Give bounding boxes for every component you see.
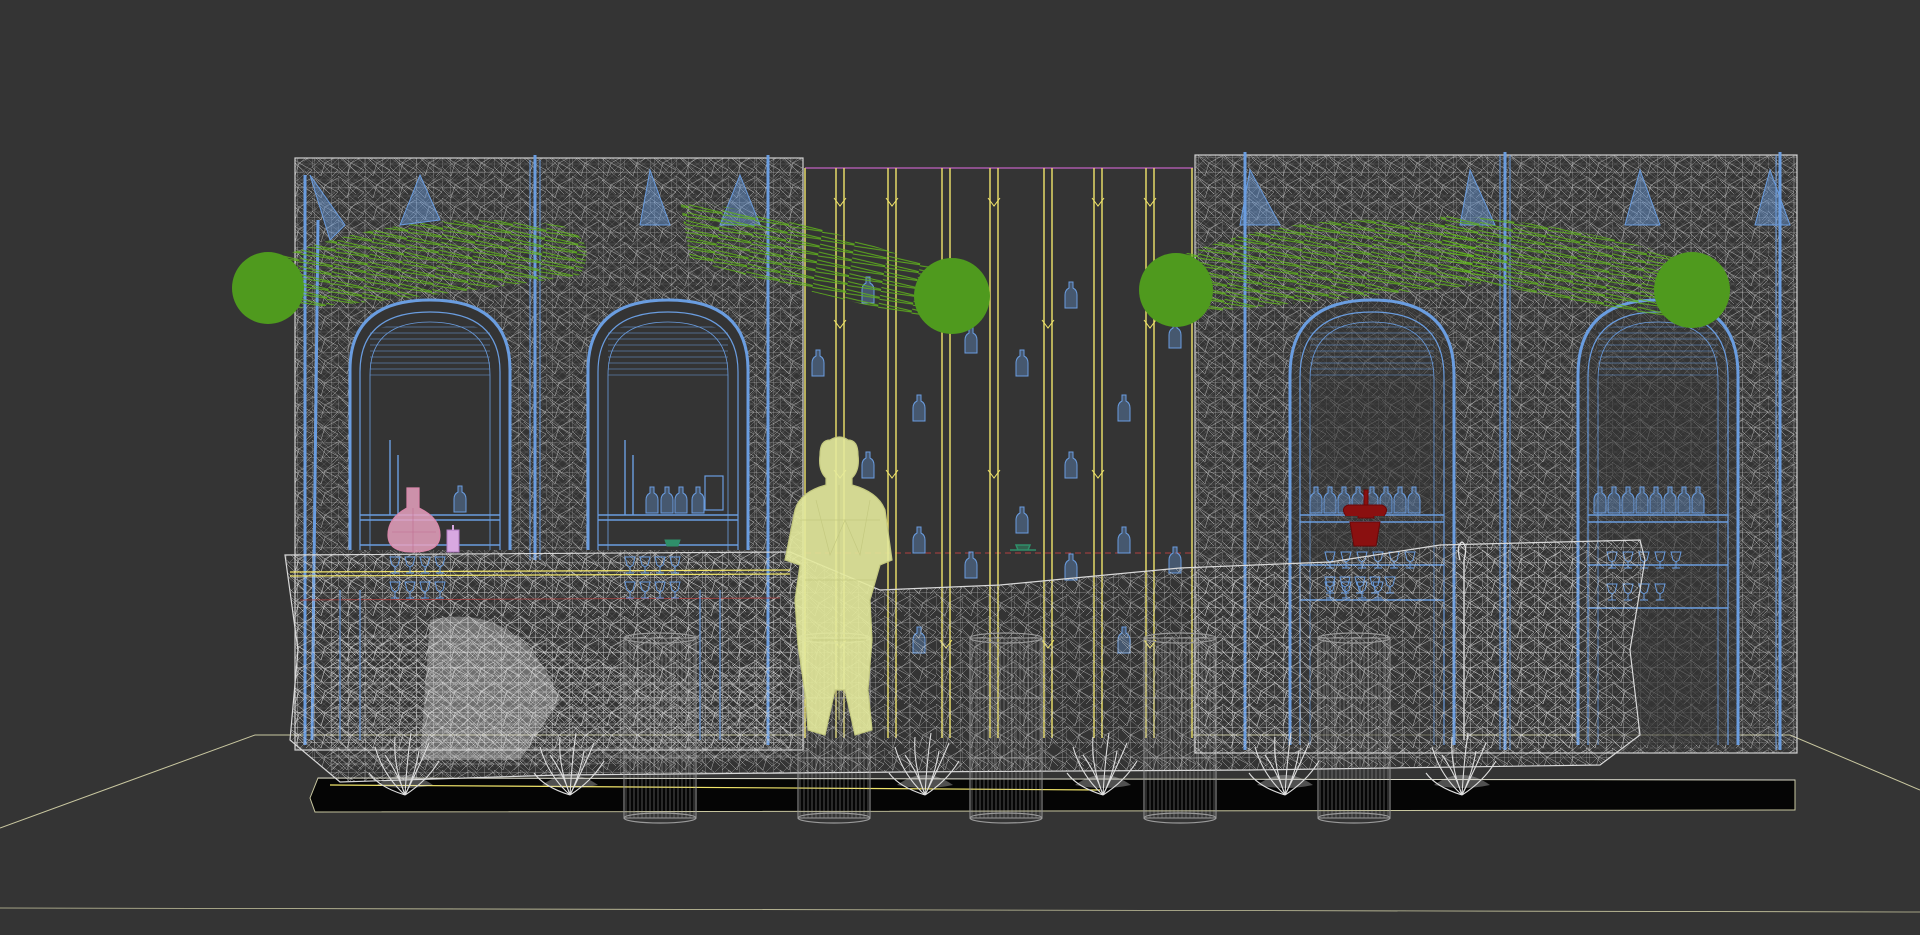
3d-viewport[interactable]	[0, 0, 1920, 935]
ground-platform[interactable]	[309, 777, 1796, 813]
scene-canvas[interactable]	[0, 0, 1920, 935]
arched-shelf-2[interactable]	[586, 298, 750, 550]
arched-shelf-1[interactable]	[348, 298, 512, 550]
